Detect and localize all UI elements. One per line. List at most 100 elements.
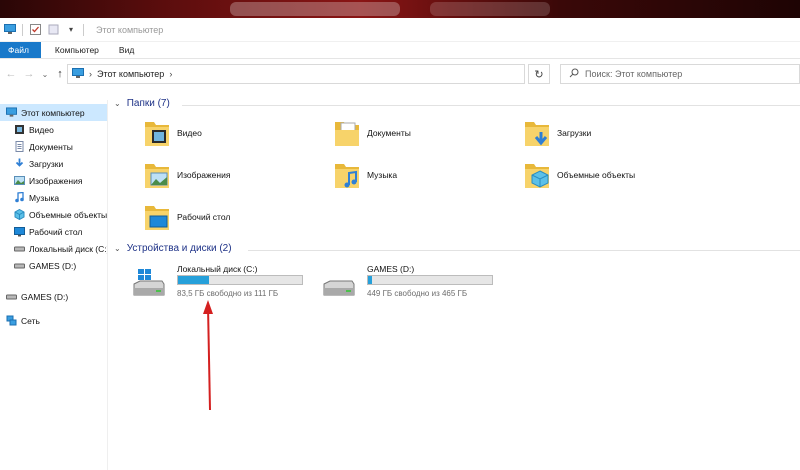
drive-name: Локальный диск (C:): [177, 264, 258, 274]
sidebar-item-label: GAMES (D:): [29, 260, 77, 271]
wallpaper-streak: [230, 2, 400, 16]
desktop-folder-icon: [143, 202, 171, 232]
folder-name: Документы: [367, 128, 411, 138]
sidebar-item-network[interactable]: Сеть: [0, 312, 107, 329]
sidebar-item-label: Объемные объекты: [29, 209, 107, 220]
sidebar-item-this-pc[interactable]: Этот компьютер: [0, 104, 107, 121]
new-folder-icon[interactable]: [47, 24, 59, 36]
sidebar-item-label: Рабочий стол: [29, 226, 83, 237]
desktop-wallpaper: [0, 0, 800, 18]
drive-usage-bar: [367, 275, 493, 285]
sidebar-item-downloads[interactable]: Загрузки: [0, 155, 107, 172]
folder-name: Рабочий стол: [177, 212, 231, 222]
sidebar-item-label: Локальный диск (C:): [29, 243, 107, 254]
refresh-icon: ↻: [534, 68, 544, 81]
folder-tile-documents[interactable]: Документы: [333, 118, 411, 148]
drive-usage-fill: [178, 276, 209, 284]
folder-tile-pictures[interactable]: Изображения: [143, 160, 230, 190]
drive-icon: [321, 268, 355, 298]
toolbar-separator: [83, 23, 84, 36]
pictures-folder-icon: [143, 160, 171, 190]
tab-view[interactable]: Вид: [113, 42, 148, 58]
title-bar: ▾ Этот компьютер: [0, 18, 800, 42]
3d-objects-icon: [14, 209, 25, 220]
drive-name: GAMES (D:): [367, 264, 415, 274]
folder-tile-downloads[interactable]: Загрузки: [523, 118, 591, 148]
sidebar-item-desktop[interactable]: Рабочий стол: [0, 223, 107, 240]
toolbar-separator: [22, 23, 23, 36]
folder-name: Объемные объекты: [557, 170, 636, 180]
documents-folder-icon: [333, 118, 361, 148]
chevron-down-icon[interactable]: ⌄: [114, 99, 121, 108]
properties-icon[interactable]: [29, 24, 41, 36]
computer-icon[interactable]: [4, 24, 16, 36]
back-arrow-icon[interactable]: ←: [2, 65, 20, 83]
folder-tile-music[interactable]: Музыка: [333, 160, 397, 190]
drive-d-icon: [14, 260, 25, 271]
sidebar-item-3d-objects[interactable]: Объемные объекты: [0, 206, 107, 223]
group-divider: [182, 105, 800, 106]
wallpaper-streak: [430, 2, 550, 16]
sidebar-item-local-disk-c[interactable]: Локальный диск (C:): [0, 240, 107, 257]
customize-toolbar-icon[interactable]: ▾: [65, 24, 77, 36]
drive-usage-bar: [177, 275, 303, 285]
sidebar-item-games-d-root[interactable]: GAMES (D:): [0, 288, 107, 305]
ribbon-tabs: Файл Компьютер Вид: [0, 42, 800, 59]
sidebar-item-label: Видео: [29, 124, 54, 135]
drive-d-icon: [6, 291, 17, 302]
navigation-pane: Этот компьютер Видео Документы Загрузки …: [0, 100, 108, 470]
sidebar-item-label: Загрузки: [29, 158, 64, 169]
folder-name: Видео: [177, 128, 202, 138]
sidebar-item-documents[interactable]: Документы: [0, 138, 107, 155]
search-input[interactable]: [585, 69, 785, 79]
tab-computer[interactable]: Компьютер: [41, 42, 113, 58]
folder-tile-video[interactable]: Видео: [143, 118, 202, 148]
window-title: Этот компьютер: [96, 24, 164, 35]
refresh-button[interactable]: ↻: [528, 64, 550, 84]
drives-group-header[interactable]: ⌄ Устройства и диски (2): [114, 243, 232, 254]
sidebar-item-label: Музыка: [29, 192, 60, 203]
sidebar-item-label: Этот компьютер: [21, 107, 85, 118]
folder-tile-3d-objects[interactable]: Объемные объекты: [523, 160, 635, 190]
chevron-right-icon[interactable]: ›: [89, 69, 92, 79]
navigation-bar: ← → ⌄ ↑ › Этот компьютер › ↻: [0, 62, 800, 86]
music-folder-icon: [333, 160, 361, 190]
chevron-right-icon[interactable]: ›: [169, 69, 172, 79]
3d-objects-folder-icon: [523, 160, 551, 190]
pictures-icon: [14, 175, 25, 186]
video-folder-icon: [143, 118, 171, 148]
network-icon: [6, 315, 17, 326]
downloads-icon: [14, 158, 25, 169]
music-icon: [14, 192, 25, 203]
folders-group-title: Папки (7): [126, 98, 170, 109]
drive-free-space: 83,5 ГБ свободно из 111 ГБ: [177, 289, 279, 298]
sidebar-item-pictures[interactable]: Изображения: [0, 172, 107, 189]
search-icon: [569, 68, 579, 80]
folder-name: Изображения: [177, 170, 231, 180]
computer-icon: [6, 107, 17, 118]
sidebar-item-label: Документы: [29, 141, 73, 152]
drive-tile-games-d[interactable]: GAMES (D:) 449 ГБ свободно из 465 ГБ: [321, 264, 501, 304]
windows-drive-icon: [131, 268, 165, 298]
address-bar[interactable]: › Этот компьютер ›: [67, 64, 525, 84]
sidebar-item-label: GAMES (D:): [21, 291, 69, 302]
folder-name: Загрузки: [557, 128, 592, 138]
sidebar-item-games-d[interactable]: GAMES (D:): [0, 257, 107, 274]
drives-group-title: Устройства и диски (2): [126, 243, 232, 254]
computer-icon: [72, 67, 84, 81]
sidebar-item-label: Изображения: [29, 175, 83, 186]
folders-group-header[interactable]: ⌄ Папки (7): [114, 98, 170, 109]
drive-c-icon: [14, 243, 25, 254]
drive-tile-local-disk-c[interactable]: Локальный диск (C:) 83,5 ГБ свободно из …: [131, 264, 311, 304]
chevron-down-icon[interactable]: ⌄: [114, 244, 121, 253]
drive-free-space: 449 ГБ свободно из 465 ГБ: [367, 289, 468, 298]
sidebar-item-label: Сеть: [21, 315, 40, 326]
desktop-icon: [14, 226, 25, 237]
sidebar-item-music[interactable]: Музыка: [0, 189, 107, 206]
documents-icon: [14, 141, 25, 152]
folder-tile-desktop[interactable]: Рабочий стол: [143, 202, 230, 232]
sidebar-item-video[interactable]: Видео: [0, 121, 107, 138]
breadcrumb-this-pc[interactable]: Этот компьютер: [97, 69, 164, 79]
search-box[interactable]: [560, 64, 800, 84]
tab-file[interactable]: Файл: [0, 42, 41, 58]
